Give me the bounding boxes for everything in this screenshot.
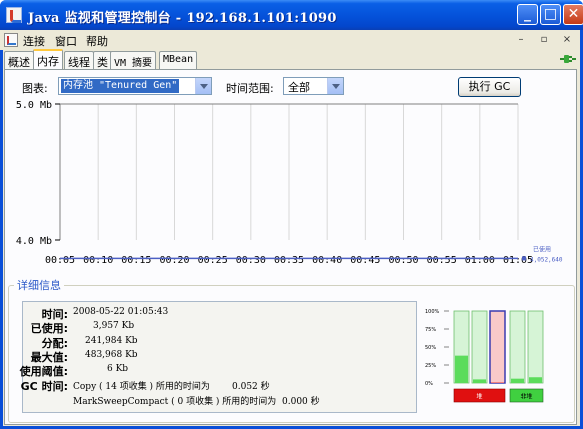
pool-bar-fill: [511, 378, 524, 383]
memory-chart: 00:05 00:10 00:15 00:20 00:25 00:30 00:35 00:40…: [16, 100, 563, 266]
x-tick-label: 00:05: [45, 255, 75, 266]
x-tick-label: 00:10: [83, 255, 113, 266]
frame-close-button[interactable]: ×: [560, 33, 574, 47]
pool-axis-label: 25%: [425, 363, 436, 369]
pool-bar-heap-survivor: [471, 310, 488, 384]
tab-threads[interactable]: 线程: [64, 51, 94, 69]
menu-connection[interactable]: 连接: [23, 33, 45, 49]
gc-time-label: GC 时间:: [20, 380, 68, 393]
x-tick-label: 00:30: [236, 255, 266, 266]
frame-minimize-button[interactable]: –: [514, 33, 528, 47]
title-bar[interactable]: Java 监视和管理控制台 - 192.168.1.101:1090 _ □ ✕: [0, 0, 583, 30]
pool-bar-nonheap-perm-gen: [527, 310, 544, 384]
close-button[interactable]: ✕: [563, 4, 583, 25]
tab-memory[interactable]: 内存: [33, 49, 63, 70]
tab-overview[interactable]: 概述: [4, 51, 34, 69]
y-tick-label: 4.0 Mb: [16, 236, 52, 247]
threshold-label: 使用阈值:: [19, 365, 68, 378]
tab-mbeans[interactable]: MBean: [159, 51, 198, 69]
pool-bar-fill: [473, 379, 486, 383]
x-tick-label: 00:45: [350, 255, 380, 266]
x-tick-label: 00:15: [121, 255, 151, 266]
series-name-label: 已使用: [533, 245, 551, 253]
maximize-button[interactable]: □: [540, 4, 561, 25]
pool-bar-nonheap-code-cache: [509, 310, 526, 384]
chart-label: 图表:: [22, 82, 48, 95]
series-marker: [522, 256, 526, 261]
frame-restore-button[interactable]: ▫: [537, 33, 551, 47]
x-tick-label: 00:55: [427, 255, 457, 266]
pool-axis-label: 0%: [425, 381, 433, 387]
java-icon: [6, 7, 22, 23]
gc-marksweep-text: MarkSweepCompact ( 0 项收集 ) 所用的时间为: [73, 397, 277, 407]
connected-plug-icon: [560, 55, 576, 63]
y-tick-label: 5.0 Mb: [16, 100, 52, 111]
x-tick-label: 00:20: [159, 255, 189, 266]
max-value: 483,968 Kb: [85, 350, 138, 360]
x-tick-label: 00:35: [274, 255, 304, 266]
nonheap-group-label: 非堆: [520, 393, 532, 401]
series-value-label: 4,052,640: [530, 256, 563, 263]
gc-marksweep-time: 0.000 秒: [282, 397, 320, 407]
pool-axis-label: 75%: [425, 327, 436, 333]
window-title: Java 监视和管理控制台 - 192.168.1.101:1090: [28, 11, 337, 26]
pool-bar-fill: [529, 377, 542, 383]
details-group-title: 详细信息: [14, 277, 64, 293]
internal-frame-icon[interactable]: [4, 33, 18, 47]
minimize-button[interactable]: _: [517, 4, 538, 25]
menu-help[interactable]: 帮助: [86, 33, 108, 49]
time-range-label: 时间范围:: [226, 82, 274, 95]
gc-copy-time: 0.052 秒: [232, 382, 270, 392]
menu-bar: 连接 窗口 帮助 – ▫ ×: [0, 30, 577, 50]
heap-group-label: 堆: [476, 393, 482, 401]
x-tick-label: 00:50: [388, 255, 418, 266]
memory-pool-bars: 100% 75% 50% 25% 0% 堆 非堆: [425, 309, 544, 403]
time-value: 2008-05-22 01:05:43: [73, 307, 169, 317]
used-label: 已使用:: [30, 322, 68, 335]
pool-bar-fill: [491, 382, 504, 383]
perform-gc-button[interactable]: 执行 GC: [458, 77, 521, 97]
used-value: 3,957 Kb: [93, 321, 135, 331]
chevron-down-icon[interactable]: [195, 78, 211, 94]
x-tick-label: 00:25: [198, 255, 228, 266]
menu-window[interactable]: 窗口: [55, 33, 77, 49]
time-range-value: 全部: [288, 81, 310, 94]
pool-bar-heap-tenured: [489, 310, 506, 384]
pool-bar-fill: [455, 355, 468, 383]
pool-axis-label: 50%: [425, 345, 436, 351]
tab-vm-summary[interactable]: VM 摘要: [110, 51, 157, 69]
chart-select[interactable]: 内存池 "Tenured Gen": [58, 77, 212, 95]
x-tick-label: 00:40: [312, 255, 342, 266]
chart-select-value: 内存池 "Tenured Gen": [61, 79, 180, 93]
x-tick-label: 01:05: [503, 255, 533, 266]
pool-axis-label: 100%: [425, 309, 440, 315]
gc-copy-text: Copy ( 14 项收集 ) 所用的时间为: [73, 382, 210, 392]
committed-value: 241,984 Kb: [85, 336, 138, 346]
time-range-select[interactable]: 全部: [283, 77, 344, 95]
x-tick-label: 01:00: [465, 255, 495, 266]
threshold-value: 6 Kb: [107, 364, 129, 374]
chevron-down-icon[interactable]: [327, 78, 343, 94]
